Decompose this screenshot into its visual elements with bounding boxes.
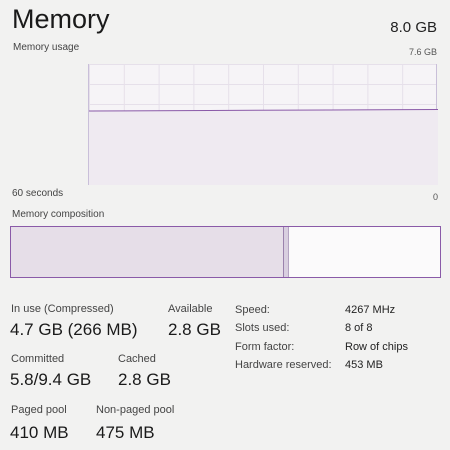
nonpaged-pool-label: Non-paged pool	[96, 404, 175, 416]
memory-composition-bar[interactable]	[10, 226, 441, 278]
committed-label: Committed	[11, 353, 65, 365]
in-use-label: In use (Compressed)	[11, 303, 114, 315]
page-title: Memory	[12, 4, 110, 34]
usage-graph-svg	[89, 108, 438, 185]
available-value: 2.8 GB	[168, 320, 221, 339]
total-memory: 8.0 GB	[390, 19, 437, 36]
nonpaged-pool-value: 475 MB	[96, 423, 155, 442]
composition-in-use[interactable]	[11, 227, 285, 277]
speed-value: 4267 MHz	[345, 304, 396, 316]
graph-max-label: 7.6 GB	[408, 47, 437, 57]
graph-time-label: 60 seconds	[12, 188, 64, 199]
form-factor-key: Form factor:	[235, 341, 295, 353]
hardware-reserved-key: Hardware reserved:	[235, 359, 332, 371]
available-label: Available	[168, 303, 213, 315]
slots-value: 8 of 8	[345, 322, 373, 334]
paged-pool-value: 410 MB	[10, 423, 69, 442]
memory-composition-label: Memory composition	[12, 209, 105, 220]
speed-key: Speed:	[235, 304, 270, 316]
slots-key: Slots used:	[235, 322, 290, 334]
in-use-value: 4.7 GB (266 MB)	[10, 320, 138, 339]
memory-usage-label: Memory usage	[13, 42, 80, 53]
cached-label: Cached	[118, 353, 156, 365]
hardware-reserved-value: 453 MB	[345, 359, 383, 371]
memory-usage-graph	[88, 64, 438, 185]
paged-pool-label: Paged pool	[11, 404, 67, 416]
usage-area	[89, 109, 438, 185]
cached-value: 2.8 GB	[118, 370, 171, 389]
composition-standby[interactable]	[289, 227, 440, 277]
committed-value: 5.8/9.4 GB	[10, 370, 92, 389]
graph-zero-label: 0	[432, 192, 438, 202]
form-factor-value: Row of chips	[345, 341, 408, 353]
